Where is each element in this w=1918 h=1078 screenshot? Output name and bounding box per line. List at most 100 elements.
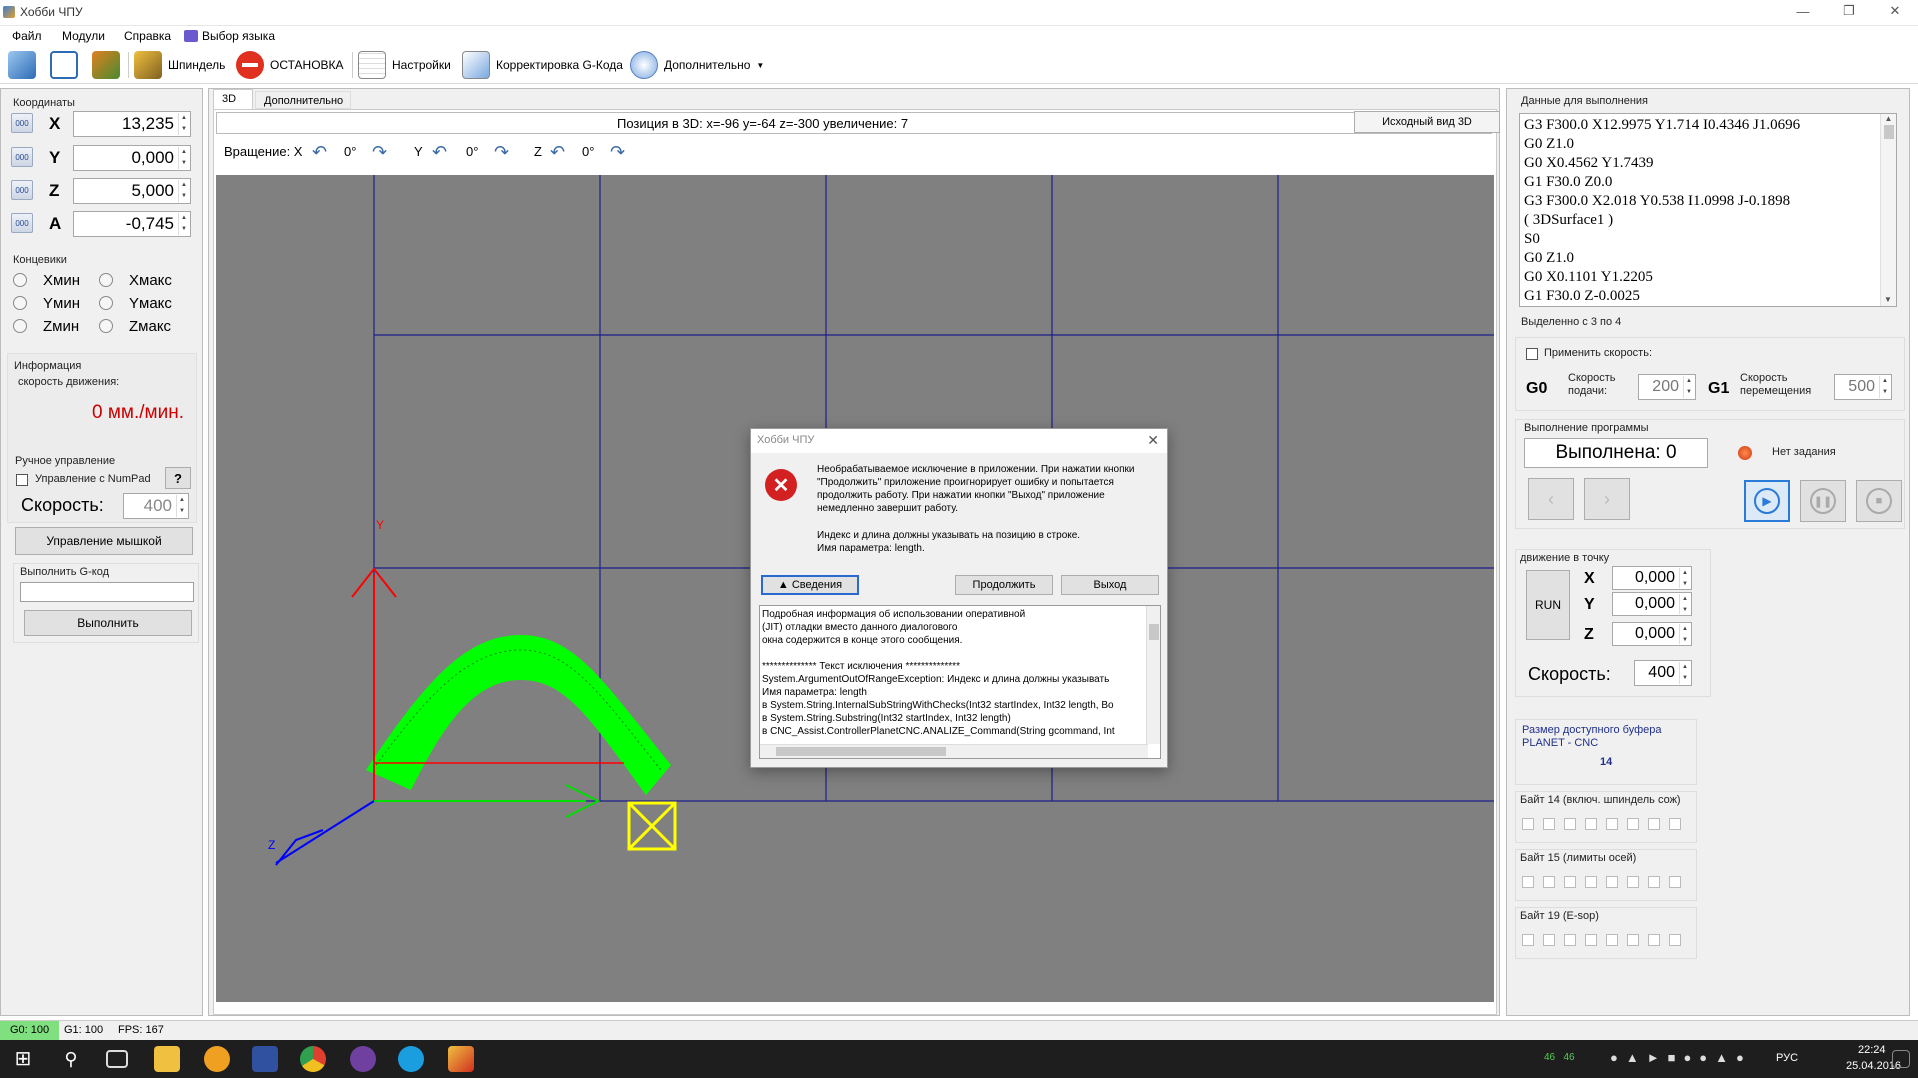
move-speed-input[interactable]: 400 ▲ ▼ [1634, 660, 1692, 686]
close-icon[interactable]: ✕ [1872, 0, 1918, 22]
help-button[interactable]: ? [165, 467, 191, 489]
coord-z-field[interactable]: 5,000 ▲ ▼ [73, 178, 191, 204]
zero-x-button[interactable]: 000 [11, 113, 33, 133]
stop-button[interactable]: ОСТАНОВКА [236, 49, 344, 81]
run-button[interactable]: RUN [1526, 570, 1570, 640]
details-vscrollbar[interactable] [1146, 606, 1160, 744]
rotate-x-left-icon[interactable]: ↶ [312, 142, 327, 163]
program-line[interactable]: G1 F30.0 Z-0.0025 [1524, 287, 1800, 306]
minimize-icon[interactable]: — [1780, 0, 1826, 22]
app-icon[interactable] [204, 1046, 230, 1072]
pause-button[interactable]: ❚❚ [1800, 480, 1846, 522]
spinner-icon[interactable]: ▲ ▼ [176, 495, 187, 517]
play-button[interactable]: ▶ [1744, 480, 1790, 522]
tab-3d[interactable]: 3D [213, 89, 253, 109]
move-z-field[interactable]: 0,000 ▲ ▼ [1612, 622, 1692, 646]
menu-modules[interactable]: Модули [62, 29, 105, 43]
rotate-y-right-icon[interactable]: ↷ [494, 142, 509, 163]
chrome-icon[interactable] [300, 1046, 326, 1072]
program-scrollbar[interactable]: ▲ ▼ [1880, 114, 1896, 306]
prev-button[interactable]: ‹ [1528, 478, 1574, 520]
spinner-icon[interactable]: ▲ ▼ [1679, 594, 1690, 614]
details-textbox[interactable]: Подробная информация об использовании оп… [759, 605, 1161, 759]
program-line[interactable]: G0 Z1.0 [1524, 249, 1800, 268]
apply-speed-checkbox[interactable] [1526, 348, 1538, 360]
execute-button[interactable]: Выполнить [24, 610, 192, 636]
program-line[interactable]: G3 F300.0 X12.9975 Y1.714 I0.4346 J1.069… [1524, 116, 1800, 135]
program-line[interactable]: G0 X0.1101 Y1.2205 [1524, 268, 1800, 287]
program-line[interactable]: S0 [1524, 230, 1800, 249]
open-file-button[interactable] [50, 49, 78, 81]
mouse-control-button[interactable]: Управление мышкой [15, 527, 193, 555]
program-line[interactable]: ( 3DSurface1 ) [1524, 211, 1800, 230]
spinner-icon[interactable]: ▲ ▼ [1679, 662, 1690, 684]
spinner-icon[interactable]: ▲ ▼ [178, 147, 189, 169]
more-button[interactable]: Дополнительно ▼ [630, 49, 764, 81]
spinner-icon[interactable]: ▲ ▼ [1683, 376, 1694, 398]
coord-a-field[interactable]: -0,745 ▲ ▼ [73, 211, 191, 237]
continue-button[interactable]: Продолжить [955, 575, 1053, 595]
spinner-icon[interactable]: ▲ ▼ [1879, 376, 1890, 398]
program-line[interactable]: G1 F30.0 Z0.0 [1524, 173, 1800, 192]
rotate-z-right-icon[interactable]: ↷ [610, 142, 625, 163]
next-button[interactable]: › [1584, 478, 1630, 520]
menu-language[interactable]: Выбор языка [202, 29, 275, 43]
tray-icons[interactable]: ●▲►■●●▲● [1610, 1050, 1752, 1065]
details-button[interactable]: ▲ Сведения [761, 575, 859, 595]
zero-a-button[interactable]: 000 [11, 213, 33, 233]
manual-speed-field[interactable]: 400 ▲ ▼ [123, 493, 189, 519]
save-app-icon[interactable] [252, 1046, 278, 1072]
settings-button[interactable]: Настройки [358, 49, 451, 81]
tray-numbers: 46 46 [1544, 1052, 1575, 1063]
spinner-icon[interactable]: ▲ ▼ [1679, 624, 1690, 644]
spinner-icon[interactable]: ▲ ▼ [178, 113, 189, 135]
bit-box [1564, 818, 1576, 830]
tab-extra[interactable]: Дополнительно [255, 91, 351, 109]
maximize-icon[interactable]: ❐ [1826, 0, 1872, 22]
move-speed-field[interactable]: 500 ▲ ▼ [1834, 374, 1892, 400]
numpad-checkbox[interactable] [16, 474, 28, 486]
stop-program-button[interactable]: ■ [1856, 480, 1902, 522]
spinner-icon[interactable]: ▲ ▼ [178, 213, 189, 235]
dialog-close-icon[interactable]: ✕ [1147, 432, 1159, 449]
viber-icon[interactable] [350, 1046, 376, 1072]
gcode-input[interactable] [20, 582, 194, 602]
move-y-field[interactable]: 0,000 ▲ ▼ [1612, 592, 1692, 616]
skype-icon[interactable] [398, 1046, 424, 1072]
task-view-icon[interactable] [106, 1050, 128, 1068]
rotate-y-left-icon[interactable]: ↶ [432, 142, 447, 163]
move-x-field[interactable]: 0,000 ▲ ▼ [1612, 566, 1692, 590]
spinner-icon[interactable]: ▲ ▼ [178, 180, 189, 202]
coord-y-field[interactable]: 0,000 ▲ ▼ [73, 145, 191, 171]
windows-start-icon[interactable]: ⊞ [10, 1046, 36, 1072]
details-line [762, 647, 1142, 660]
program-line[interactable]: G0 X0.4562 Y1.7439 [1524, 154, 1800, 173]
bit-box [1606, 818, 1618, 830]
exit-button[interactable]: Выход [1061, 575, 1159, 595]
gcode-edit-button[interactable]: Корректировка G-Кода [462, 49, 623, 81]
clock-time[interactable]: 22:24 [1858, 1044, 1886, 1056]
rotate-x-right-icon[interactable]: ↷ [372, 142, 387, 163]
spinner-icon[interactable]: ▲ ▼ [1679, 568, 1690, 588]
details-line: в System.String.InternalSubStringWithChe… [762, 700, 1114, 711]
zero-y-button[interactable]: 000 [11, 147, 33, 167]
file-explorer-icon[interactable] [154, 1046, 180, 1072]
details-hscrollbar[interactable] [760, 744, 1148, 758]
search-icon[interactable]: ⚲ [58, 1046, 84, 1072]
spindle-button[interactable]: Шпиндель [134, 49, 225, 81]
program-line[interactable]: G3 F300.0 X2.018 Y0.538 I1.0998 J-0.1898 [1524, 192, 1800, 211]
menu-file[interactable]: Файл [12, 29, 42, 43]
coord-x-field[interactable]: 13,235 ▲ ▼ [73, 111, 191, 137]
feed-speed-field[interactable]: 200 ▲ ▼ [1638, 374, 1696, 400]
notification-icon[interactable] [1892, 1050, 1910, 1068]
program-line[interactable]: G0 Z1.0 [1524, 135, 1800, 154]
connect-button[interactable] [8, 49, 36, 81]
program-listbox[interactable]: G3 F300.0 X12.9975 Y1.714 I0.4346 J1.069… [1519, 113, 1897, 307]
reset-3d-button[interactable]: Исходный вид 3D [1354, 111, 1500, 133]
cnc-app-icon[interactable] [448, 1046, 474, 1072]
menu-help[interactable]: Справка [124, 29, 171, 43]
rotate-z-left-icon[interactable]: ↶ [550, 142, 565, 163]
zero-z-button[interactable]: 000 [11, 180, 33, 200]
import-button[interactable] [92, 49, 120, 81]
input-language[interactable]: РУС [1776, 1052, 1798, 1064]
